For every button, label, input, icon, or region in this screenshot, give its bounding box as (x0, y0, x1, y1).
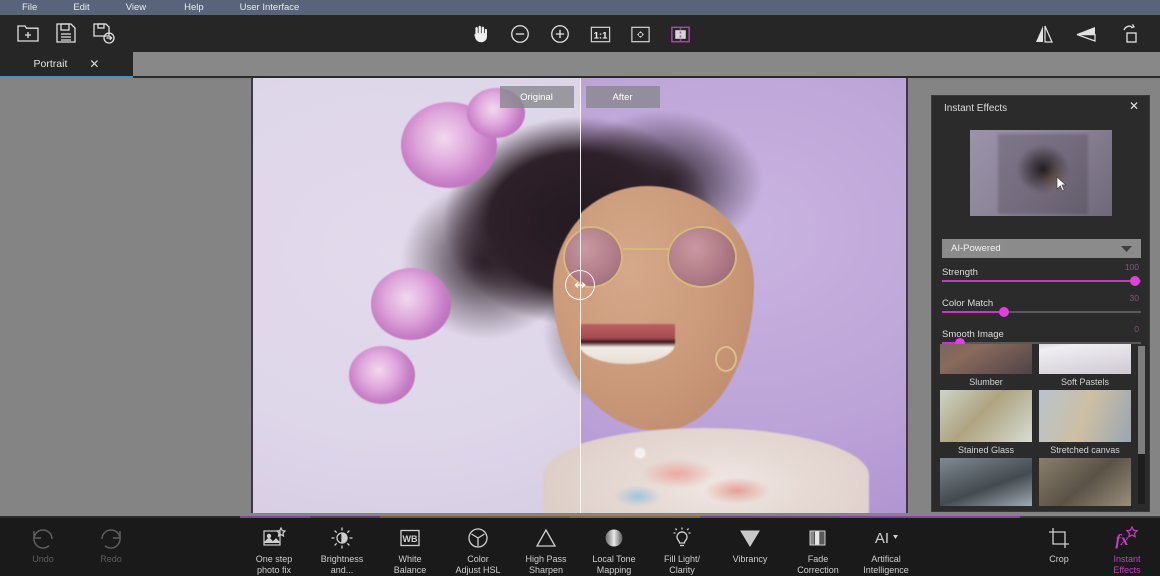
flip-vertical-icon[interactable] (1072, 20, 1100, 48)
slider-color-match[interactable]: Color Match 30 (942, 293, 1141, 311)
effect-label: Stained Glass (940, 445, 1032, 455)
scrollbar-thumb[interactable] (1138, 346, 1145, 454)
effect-category-dropdown[interactable]: AI-Powered (942, 239, 1141, 258)
transform-tools-group (1030, 20, 1142, 48)
panel-scrollbar[interactable] (1138, 346, 1145, 504)
save-as-icon[interactable] (90, 19, 118, 47)
compare-split-handle[interactable] (565, 270, 595, 300)
effect-thumbnail[interactable] (940, 344, 1032, 374)
after-view-button[interactable]: After (586, 86, 660, 108)
effect-preset[interactable]: Soft Pastels (1039, 344, 1131, 387)
photo-after-half (580, 78, 907, 513)
photo-original-half (253, 78, 580, 513)
slider-knob[interactable] (999, 307, 1009, 317)
menu-item-user-interface[interactable]: User Interface (236, 0, 304, 15)
panel-close-icon[interactable]: ✕ (1129, 100, 1139, 112)
artificial-intelligence-button[interactable]: AI ArtificalIntelligence (843, 525, 929, 576)
menu-item-help[interactable]: Help (180, 0, 208, 15)
zoom-in-icon[interactable] (546, 20, 574, 48)
open-file-icon[interactable] (14, 19, 42, 47)
effect-thumbnail[interactable] (1039, 390, 1131, 442)
dropdown-value: AI-Powered (951, 243, 1001, 254)
svg-text:WB: WB (403, 534, 418, 544)
toolbar-accent-strip (0, 516, 1160, 518)
effect-preset[interactable] (940, 458, 1032, 506)
top-toolbar: 1:1 (0, 15, 1160, 52)
effect-thumbnail[interactable] (1039, 458, 1131, 506)
tool-label: ArtificalIntelligence (843, 554, 929, 576)
fx-star-icon: fx (1084, 525, 1160, 551)
effect-preset[interactable] (1039, 458, 1131, 506)
panel-title: Instant Effects (944, 103, 1007, 114)
instant-effects-panel: Instant Effects ✕ AI-Powered Strength 10… (931, 95, 1150, 512)
flip-horizontal-icon[interactable] (1030, 20, 1058, 48)
slider-knob[interactable] (1130, 276, 1140, 286)
document-tab-strip: Portrait ✕ (0, 52, 1160, 78)
effect-preset[interactable]: Slumber (940, 344, 1032, 387)
actual-size-icon[interactable]: 1:1 (586, 20, 614, 48)
menu-item-view[interactable]: View (122, 0, 150, 15)
subject-earring (715, 346, 737, 372)
effect-thumbnail[interactable] (1039, 344, 1131, 374)
menu-item-file[interactable]: File (18, 0, 41, 15)
svg-text:1:1: 1:1 (593, 30, 608, 41)
effect-preset[interactable]: Stained Glass (940, 390, 1032, 455)
application-window: File Edit View Help User Interface (0, 0, 1160, 576)
redo-icon (68, 525, 154, 551)
slider-label: Color Match (942, 298, 993, 309)
subject-necklace (635, 448, 645, 458)
instant-effects-button[interactable]: fx InstantEffects (1084, 525, 1160, 576)
tab-portrait[interactable]: Portrait ✕ (0, 52, 133, 78)
slider-label: Strength (942, 267, 978, 278)
tab-label: Portrait (34, 58, 68, 70)
original-view-button[interactable]: Original (500, 86, 574, 108)
effect-thumbnail[interactable] (940, 458, 1032, 506)
slider-value: 0 (1134, 324, 1139, 334)
tool-label: InstantEffects (1084, 554, 1160, 576)
menu-bar: File Edit View Help User Interface (0, 0, 1160, 15)
image-canvas[interactable]: Original After (251, 78, 908, 513)
effect-label: Soft Pastels (1039, 377, 1131, 387)
slider-value: 100 (1125, 262, 1139, 272)
file-actions-group (14, 19, 118, 47)
slider-strength[interactable]: Strength 100 (942, 262, 1141, 280)
menu-item-edit[interactable]: Edit (69, 0, 93, 15)
view-tools-group: 1:1 (466, 20, 694, 48)
rotate-icon[interactable] (1114, 20, 1142, 48)
slider-track[interactable] (942, 280, 1141, 282)
mouse-cursor-icon (1056, 176, 1068, 192)
effect-preview-thumbnail[interactable] (970, 130, 1112, 216)
flower-decoration (349, 346, 415, 404)
zoom-out-icon[interactable] (506, 20, 534, 48)
bottom-toolbar: UndoRedoOne stepphoto fixBrightnessand..… (0, 516, 1160, 576)
redo-button[interactable]: Redo (68, 525, 154, 565)
slider-value: 30 (1130, 293, 1139, 303)
compare-buttons: Original After (253, 86, 906, 108)
slider-track[interactable] (942, 311, 1141, 313)
subject-sunglasses (580, 226, 745, 288)
tab-strip-background (133, 52, 1160, 76)
effect-label: Stretched canvas (1039, 445, 1131, 455)
save-icon[interactable] (52, 19, 80, 47)
slider-smooth-image[interactable]: Smooth Image 0 (942, 324, 1141, 342)
slider-label: Smooth Image (942, 329, 1004, 340)
ai-icon: AI (843, 525, 929, 551)
hand-tool-icon[interactable] (466, 20, 494, 48)
split-compare-icon[interactable] (666, 20, 694, 48)
effect-preset[interactable]: Stretched canvas (1039, 390, 1131, 455)
flower-decoration (371, 268, 451, 340)
svg-text:AI: AI (875, 530, 889, 547)
tool-label: Redo (68, 554, 154, 565)
subject-smile (580, 324, 676, 364)
effect-preset-grid: Slumber Soft Pastels Stained Glass Stretche… (940, 344, 1143, 506)
effect-label: Slumber (940, 377, 1032, 387)
tab-close-icon[interactable]: ✕ (89, 58, 99, 70)
panel-header: Instant Effects ✕ (932, 96, 1149, 122)
svg-text:fx: fx (1115, 532, 1128, 549)
fit-to-screen-icon[interactable] (626, 20, 654, 48)
chevron-down-icon (1121, 246, 1132, 253)
effect-thumbnail[interactable] (940, 390, 1032, 442)
